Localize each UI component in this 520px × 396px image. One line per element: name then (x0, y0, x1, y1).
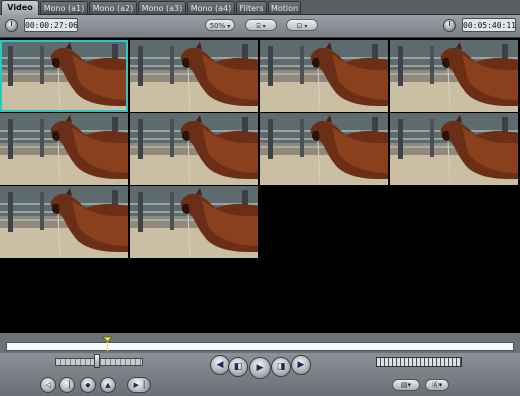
canvas-area[interactable] (0, 38, 520, 332)
generator-icon: ▤ (400, 381, 408, 389)
display-popup[interactable]: ⊡ ▾ (286, 19, 318, 31)
clip-thumbnail[interactable] (130, 186, 258, 258)
horse-frame-image (390, 113, 518, 185)
chevron-down-icon: ▾ (407, 381, 412, 389)
tab-motion[interactable]: Motion (268, 1, 301, 14)
horse-frame-image (130, 113, 258, 185)
match-frame-button[interactable]: ▲ (100, 377, 116, 393)
scrubber-bar (0, 333, 520, 353)
overlay-icon: ⌸ (256, 22, 261, 30)
chevron-down-icon: ▾ (262, 23, 266, 30)
play-in-to-out-button[interactable]: ◧ (228, 357, 248, 377)
chevron-down-icon: ▾ (304, 23, 308, 30)
zoom-popup[interactable]: 50% ▾ (205, 19, 235, 31)
zoom-value: 50% (209, 22, 226, 30)
add-marker-button[interactable]: ◆ (80, 377, 96, 393)
mark-clip-button[interactable]: ▶▕ (127, 377, 151, 393)
horse-frame-image (0, 40, 128, 112)
horse-frame-image (0, 186, 128, 258)
clip-thumbnail[interactable] (130, 113, 258, 185)
chevron-down-icon: ▾ (227, 23, 231, 30)
jog-control[interactable] (376, 357, 462, 367)
tab-mono-a1[interactable]: Mono (a1) (40, 1, 88, 14)
transport-controls: ◀ ◧ ▶ ◨ ▶ ◁ ▕ ◆ ▲ ▶▕ ▤▾ Ⓐ▾ (0, 353, 520, 396)
next-edit-button[interactable]: ▶ (291, 355, 311, 375)
tab-filters[interactable]: Filters (236, 1, 267, 14)
clip-thumbnail[interactable] (0, 40, 128, 112)
play-button[interactable]: ▶ (249, 357, 271, 379)
horse-frame-image (390, 40, 518, 112)
current-timecode-field[interactable]: 00:00:27:06 (24, 18, 78, 32)
clip-thumbnail[interactable] (130, 40, 258, 112)
mark-in-button[interactable]: ◁ (40, 377, 56, 393)
clip-thumbnail[interactable] (390, 40, 518, 112)
horse-frame-image (260, 113, 388, 185)
playhead-icon[interactable] (103, 333, 113, 351)
view-popup[interactable]: ⌸ ▾ (245, 19, 277, 31)
horse-frame-image (130, 186, 258, 258)
jog-dial-icon[interactable] (5, 19, 18, 32)
chevron-down-icon: ▾ (438, 381, 443, 389)
clip-thumbnail[interactable] (390, 113, 518, 185)
letter-a-icon: Ⓐ (431, 381, 439, 389)
viewer-window: Video Mono (a1) Mono (a2) Mono (a3) Mono… (0, 0, 520, 396)
duration-timecode-field[interactable]: 00:05:40:11 (462, 18, 516, 32)
horse-frame-image (260, 40, 388, 112)
previous-edit-button[interactable]: ◀ (210, 355, 230, 375)
duration-dial-icon[interactable] (443, 19, 456, 32)
clip-thumbnail[interactable] (0, 186, 128, 258)
scrubber-track[interactable] (6, 342, 514, 351)
generator-popup[interactable]: ▤▾ (392, 379, 420, 391)
tab-video[interactable]: Video (1, 0, 39, 15)
play-around-button[interactable]: ◨ (271, 357, 291, 377)
mark-out-button[interactable]: ▕ (59, 377, 75, 393)
clip-thumbnail[interactable] (0, 113, 128, 185)
tab-mono-a2[interactable]: Mono (a2) (89, 1, 137, 14)
horse-frame-image (130, 40, 258, 112)
clip-thumbnail[interactable] (260, 113, 388, 185)
tab-mono-a3[interactable]: Mono (a3) (138, 1, 186, 14)
tab-bar: Video Mono (a1) Mono (a2) Mono (a3) Mono… (0, 0, 520, 15)
horse-frame-image (0, 113, 128, 185)
clip-thumbnail[interactable] (260, 40, 388, 112)
viewer-toolbar: 00:00:27:06 50% ▾ ⌸ ▾ ⊡ ▾ 00:05:40:11 (0, 15, 520, 38)
frame-icon: ⊡ (296, 22, 303, 30)
shuttle-knob[interactable] (94, 354, 100, 368)
tab-mono-a4[interactable]: Mono (a4) (187, 1, 235, 14)
recent-clips-popup[interactable]: Ⓐ▾ (425, 379, 449, 391)
